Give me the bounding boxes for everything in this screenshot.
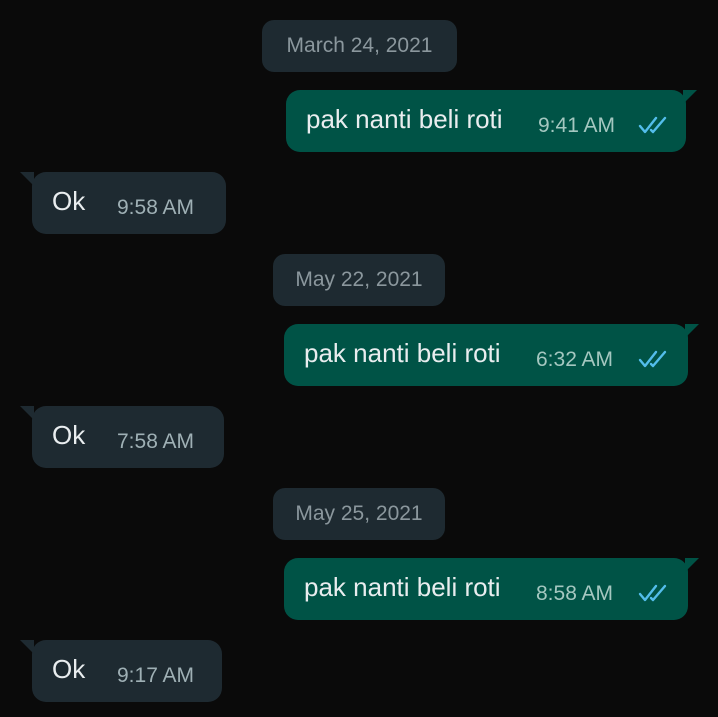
date-label: May 22, 2021	[295, 268, 423, 291]
message-text: pak nanti beli roti	[306, 104, 503, 134]
double-check-icon	[638, 350, 667, 368]
message-time: 8:58 AM	[536, 582, 614, 605]
message-text: Ok	[52, 420, 86, 450]
message-text: pak nanti beli roti	[304, 338, 501, 368]
date-label: March 24, 2021	[286, 34, 433, 57]
double-check-icon	[638, 116, 667, 134]
message-bubble-outgoing[interactable]: pak nanti beli roti 6:32 AM	[284, 324, 699, 386]
message-bubble-incoming[interactable]: Ok 7:58 AM	[20, 406, 224, 468]
date-label: May 25, 2021	[295, 502, 423, 525]
message-bubble-incoming[interactable]: Ok 9:17 AM	[20, 640, 222, 702]
message-time: 9:17 AM	[117, 664, 195, 687]
message-bubble-incoming[interactable]: Ok 9:58 AM	[20, 172, 226, 234]
message-time: 7:58 AM	[117, 430, 195, 453]
message-text: Ok	[52, 654, 86, 684]
message-text: pak nanti beli roti	[304, 572, 501, 602]
date-separator: May 25, 2021	[273, 488, 445, 540]
date-separator: March 24, 2021	[262, 20, 457, 72]
message-time: 6:32 AM	[536, 348, 614, 371]
double-check-icon	[638, 584, 667, 602]
message-time: 9:58 AM	[117, 196, 195, 219]
message-bubble-outgoing[interactable]: pak nanti beli roti 9:41 AM	[286, 90, 697, 152]
message-text: Ok	[52, 186, 86, 216]
message-bubble-outgoing[interactable]: pak nanti beli roti 8:58 AM	[284, 558, 699, 620]
date-separator: May 22, 2021	[273, 254, 445, 306]
message-time: 9:41 AM	[538, 114, 616, 137]
